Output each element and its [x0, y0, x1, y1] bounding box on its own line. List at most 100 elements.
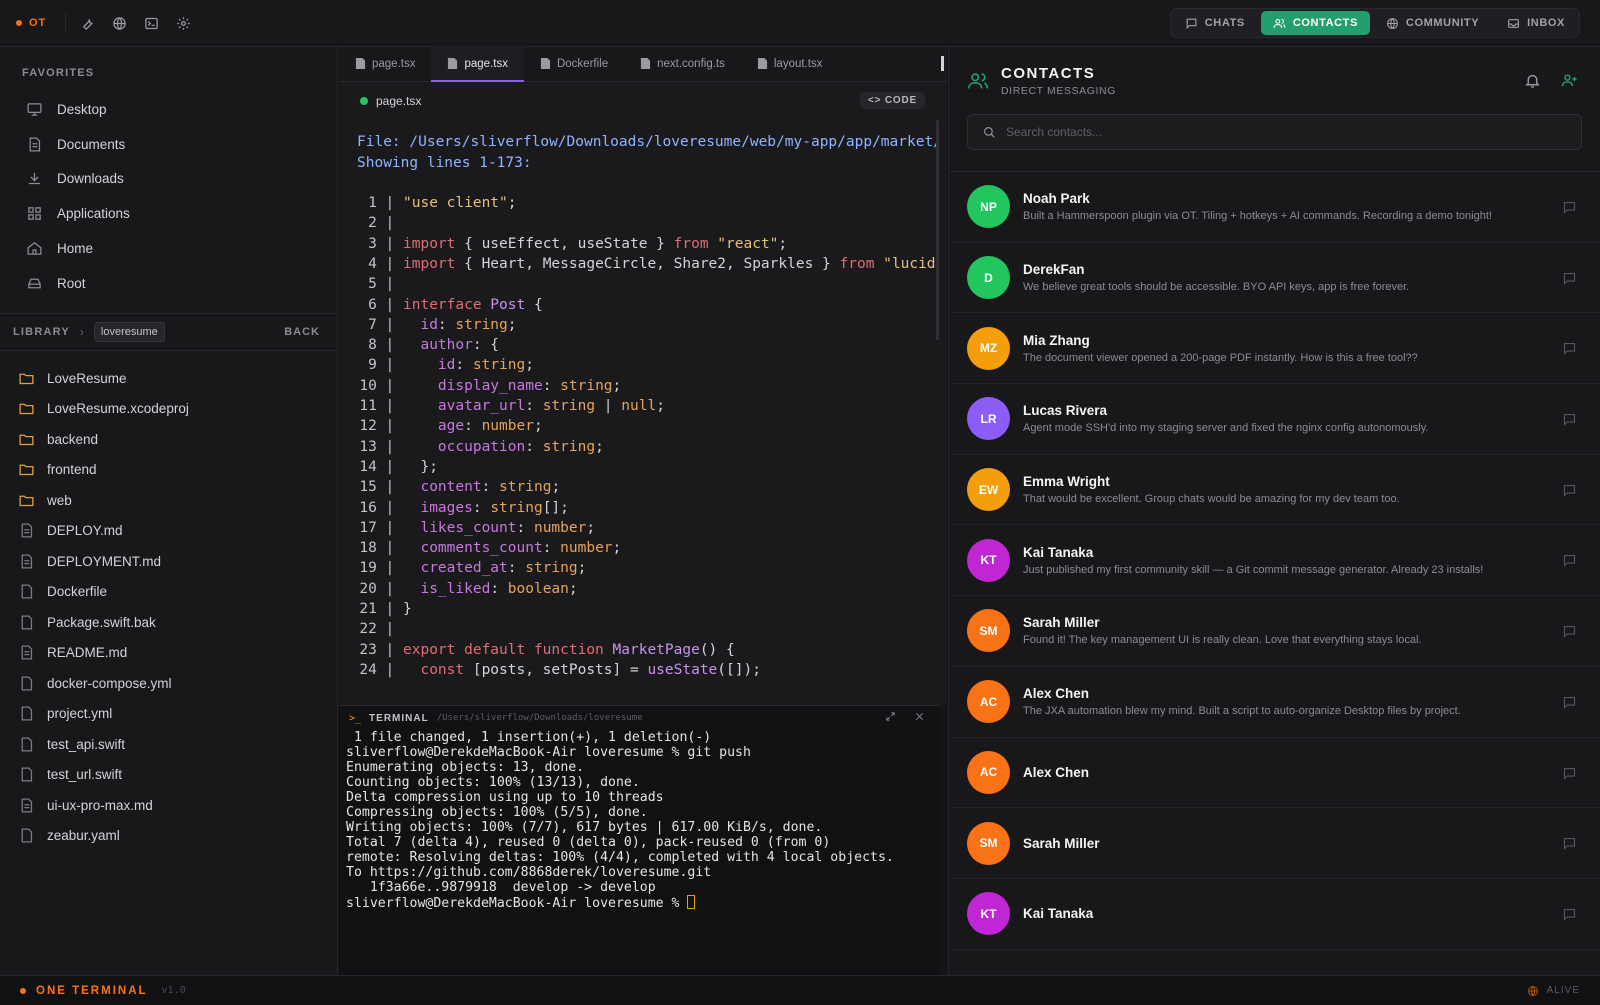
contact-row[interactable]: SM Sarah Miller [949, 808, 1600, 879]
message-icon[interactable] [1562, 412, 1577, 427]
file-item[interactable]: project.yml [0, 699, 338, 730]
file-item[interactable]: web [0, 485, 338, 516]
code-line: 21 | } [357, 601, 411, 621]
sidebar-item-home[interactable]: Home [0, 231, 337, 266]
sidebar-item-documents[interactable]: Documents [0, 127, 337, 162]
code-token: "use client" [403, 195, 508, 211]
expand-icon[interactable] [885, 711, 896, 725]
file-item[interactable]: Package.swift.bak [0, 607, 338, 638]
tab-contacts[interactable]: CONTACTS [1260, 11, 1370, 35]
editor-tab[interactable]: page.tsx [431, 46, 525, 82]
file-item[interactable]: frontend [0, 455, 338, 486]
contact-row[interactable]: AC Alex Chen [949, 738, 1600, 809]
contacts-header: CONTACTS DIRECT MESSAGING [949, 47, 1600, 114]
contact-row[interactable]: KT Kai Tanaka Just published my first comm… [949, 525, 1600, 597]
contacts-title: CONTACTS [1001, 64, 1096, 82]
contact-row[interactable]: EW Emma Wright That would be excellent. Gr… [949, 455, 1600, 526]
search-bar [967, 114, 1582, 150]
file-header: page.tsx <> CODE [339, 82, 947, 119]
terminal-prompt-line[interactable]: sliverflow@DerekdeMacBook-Air loveresume… [346, 895, 939, 911]
code-token: Post [481, 296, 526, 313]
tab-chats[interactable]: CHATS [1173, 11, 1257, 35]
contact-row[interactable]: MZ Mia Zhang The document viewer opened a … [949, 313, 1600, 385]
message-icon[interactable] [1562, 483, 1577, 498]
bell-icon[interactable] [1524, 72, 1541, 89]
code-token: number [481, 418, 534, 435]
code-token: images [403, 499, 473, 516]
wrench-icon[interactable] [78, 14, 96, 32]
file-item[interactable]: LoveResume.xcodeproj [0, 394, 338, 425]
close-icon[interactable] [914, 711, 925, 725]
message-icon[interactable] [1562, 766, 1577, 781]
app-name: ONE TERMINAL [36, 984, 148, 997]
message-icon[interactable] [1562, 200, 1577, 215]
code-token: : { [472, 337, 500, 354]
file-item[interactable]: test_api.swift [0, 729, 338, 760]
add-user-icon[interactable] [1561, 72, 1578, 89]
code-line: 19 | created_at: string; [357, 560, 586, 580]
message-icon[interactable] [1562, 341, 1577, 356]
contact-row[interactable]: SM Sarah Miller Found it! The key manageme… [949, 596, 1600, 667]
editor-tab[interactable]: Dockerfile [524, 46, 624, 81]
editor-tab[interactable]: layout.tsx [741, 46, 839, 81]
file-item[interactable]: backend [0, 424, 338, 455]
brand[interactable]: OT [0, 13, 66, 33]
search-input[interactable] [1006, 125, 1526, 139]
sidebar-item-applications[interactable]: Applications [0, 196, 337, 231]
avatar: KT [967, 538, 1010, 582]
file-name: README.md [47, 645, 128, 661]
terminal-line: 1 file changed, 1 insertion(+), 1 deleti… [346, 730, 712, 745]
message-icon[interactable] [1562, 624, 1577, 639]
editor-tab[interactable]: page.tsx [339, 46, 431, 81]
editor-tab[interactable]: next.config.ts [624, 46, 741, 81]
app-window: OT CHATS CONTACTS COMMUNITY INBOX FAVORI… [0, 0, 1600, 1005]
message-icon[interactable] [1562, 907, 1577, 922]
code-view-button[interactable]: <> CODE [860, 92, 925, 109]
globe-icon[interactable] [110, 14, 128, 32]
contact-row[interactable]: KT Kai Tanaka [949, 879, 1600, 950]
code-line: 10 | display_name: string; [357, 378, 621, 398]
file-item[interactable]: README.md [0, 638, 338, 669]
sidebar-item-root[interactable]: Root [0, 266, 337, 301]
breadcrumb-folder[interactable]: loveresume [93, 322, 165, 342]
file-item[interactable]: ui-ux-pro-max.md [0, 790, 338, 821]
file-icon [757, 58, 767, 69]
file-item[interactable]: Dockerfile [0, 577, 338, 608]
code-content[interactable]: File: /Users/sliverflow/Downloads/lovere… [339, 120, 939, 705]
editor-scrollbar[interactable] [936, 120, 939, 340]
tab-community[interactable]: COMMUNITY [1374, 11, 1491, 35]
file-item[interactable]: zeabur.yaml [0, 821, 338, 852]
contact-row[interactable]: D DerekFan We believe great tools should b… [949, 243, 1600, 314]
library-label[interactable]: LIBRARY [13, 326, 70, 338]
file-item[interactable]: docker-compose.yml [0, 668, 338, 699]
message-icon[interactable] [1562, 695, 1577, 710]
saved-status-dot [360, 96, 368, 105]
sidebar-item-downloads[interactable]: Downloads [0, 162, 337, 197]
code-line: 13 | occupation: string; [357, 438, 603, 459]
code-line: 1 | "use client"; [357, 195, 516, 215]
contact-row[interactable]: AC Alex Chen The JXA automation blew my mi… [949, 667, 1600, 738]
message-icon[interactable] [1562, 271, 1577, 286]
code-token: : [525, 438, 543, 455]
contact-name: Mia Zhang [1023, 332, 1090, 348]
terminal-line: To https://github.com/8868derek/loveresu… [346, 865, 712, 880]
file-item[interactable]: LoveResume [0, 363, 338, 394]
file-item[interactable]: DEPLOYMENT.md [0, 546, 338, 577]
contact-row[interactable]: LR Lucas Rivera Agent mode SSH'd into my s… [949, 384, 1600, 455]
contact-last-message: That would be excellent. Group chats wou… [1023, 493, 1400, 506]
tab-inbox[interactable]: INBOX [1495, 11, 1577, 35]
contact-last-message: Just published my first community skill … [1023, 563, 1484, 576]
file-item[interactable]: test_url.swift [0, 760, 338, 791]
message-icon[interactable] [1562, 836, 1577, 851]
message-icon[interactable] [1562, 553, 1577, 568]
file-name: zeabur.yaml [47, 828, 120, 844]
code-token: ; [612, 540, 622, 557]
terminal-output[interactable]: 1 file changed, 1 insertion(+), 1 deleti… [339, 730, 939, 911]
file-item[interactable]: DEPLOY.md [0, 516, 338, 547]
terminal-icon[interactable] [142, 14, 160, 32]
back-button[interactable]: BACK [284, 326, 320, 338]
gear-icon[interactable] [174, 14, 192, 32]
sidebar-item-desktop[interactable]: Desktop [0, 92, 337, 127]
contact-row[interactable]: NP Noah Park Built a Hammerspoon plugin vi… [949, 172, 1600, 243]
users-icon [968, 72, 988, 88]
